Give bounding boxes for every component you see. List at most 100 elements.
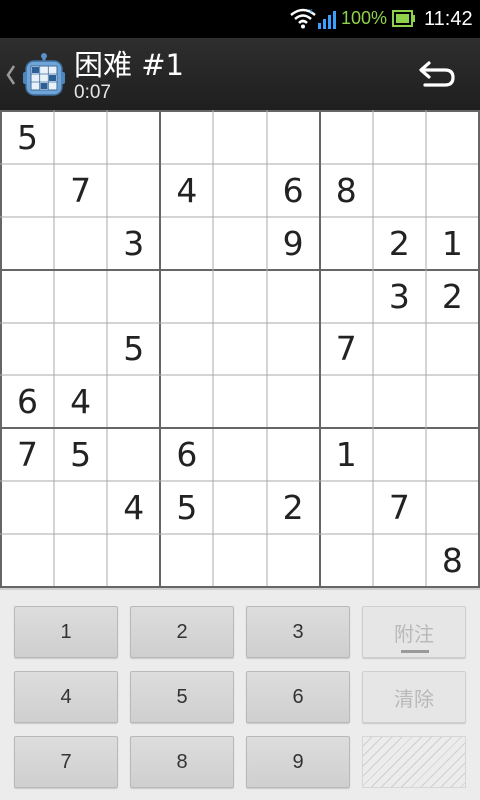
digit-key-4[interactable]: 4 [14, 671, 118, 723]
board-cell[interactable] [213, 111, 266, 164]
board-cell[interactable]: 2 [426, 270, 479, 323]
digit-key-1[interactable]: 1 [14, 606, 118, 658]
board-cell[interactable]: 2 [373, 217, 426, 270]
board-cell[interactable] [213, 270, 266, 323]
board-cell[interactable]: 6 [160, 428, 213, 481]
svg-text:x: x [309, 8, 313, 15]
board-cell[interactable]: 4 [160, 164, 213, 217]
board-cell[interactable]: 3 [107, 217, 160, 270]
board-cell[interactable]: 4 [54, 375, 107, 428]
board-cell[interactable] [160, 375, 213, 428]
board-cell[interactable]: 7 [54, 164, 107, 217]
board-cell[interactable]: 6 [267, 164, 320, 217]
board-cell[interactable] [107, 111, 160, 164]
board-cell[interactable] [213, 323, 266, 376]
board-cell[interactable] [320, 270, 373, 323]
board-cell[interactable] [426, 111, 479, 164]
board-cell[interactable] [373, 111, 426, 164]
digit-key-2[interactable]: 2 [130, 606, 234, 658]
board-cell[interactable]: 1 [426, 217, 479, 270]
board-cell[interactable] [160, 217, 213, 270]
board-cell[interactable]: 5 [1, 111, 54, 164]
page-title: 困难 #1 [74, 48, 184, 82]
board-cell[interactable]: 7 [373, 481, 426, 534]
board-cell[interactable] [320, 375, 373, 428]
board-cell[interactable] [160, 270, 213, 323]
board-cell[interactable]: 7 [320, 323, 373, 376]
board-cell[interactable] [54, 534, 107, 587]
board-cell[interactable]: 4 [107, 481, 160, 534]
board-cell[interactable] [426, 428, 479, 481]
board-cell[interactable] [426, 323, 479, 376]
board-cell[interactable] [1, 534, 54, 587]
board-cell[interactable] [320, 534, 373, 587]
board-cell[interactable] [320, 111, 373, 164]
undo-button[interactable] [408, 52, 466, 96]
notes-label: 附注 [394, 621, 434, 646]
board-cell[interactable] [426, 164, 479, 217]
board-cell[interactable] [213, 428, 266, 481]
board-cell[interactable] [160, 323, 213, 376]
board-cell[interactable] [426, 375, 479, 428]
board-cell[interactable]: 5 [54, 428, 107, 481]
board-cell[interactable] [267, 428, 320, 481]
board-cell[interactable] [107, 428, 160, 481]
board-cell[interactable] [1, 481, 54, 534]
board-cell[interactable] [107, 270, 160, 323]
board-cell[interactable] [1, 323, 54, 376]
board-cell[interactable]: 6 [1, 375, 54, 428]
board-cell[interactable] [320, 481, 373, 534]
board-cell[interactable]: 2 [267, 481, 320, 534]
sudoku-app-icon[interactable] [22, 50, 66, 98]
board-cell[interactable] [1, 270, 54, 323]
clock: 11:42 [424, 8, 473, 30]
board-cell[interactable] [54, 270, 107, 323]
board-cell[interactable]: 7 [1, 428, 54, 481]
board-cell[interactable] [373, 164, 426, 217]
signal-icon [318, 11, 336, 29]
board-cell[interactable] [160, 111, 213, 164]
board-cell[interactable] [213, 481, 266, 534]
board-cell[interactable] [213, 534, 266, 587]
board-cell[interactable]: 8 [426, 534, 479, 587]
digit-key-3[interactable]: 3 [246, 606, 350, 658]
board-cell[interactable] [267, 534, 320, 587]
board-cell[interactable] [267, 270, 320, 323]
up-chevron-icon[interactable] [4, 60, 18, 90]
board-cell[interactable]: 5 [160, 481, 213, 534]
digit-key-7[interactable]: 7 [14, 736, 118, 788]
board-cell[interactable] [373, 534, 426, 587]
board-cell[interactable] [213, 217, 266, 270]
board-cell[interactable] [54, 481, 107, 534]
board-cell[interactable] [1, 217, 54, 270]
digit-key-5[interactable]: 5 [130, 671, 234, 723]
board-cell[interactable]: 8 [320, 164, 373, 217]
notes-button[interactable]: 附注 [362, 606, 466, 658]
board-cell[interactable] [1, 164, 54, 217]
board-cell[interactable] [373, 428, 426, 481]
digit-key-6[interactable]: 6 [246, 671, 350, 723]
board-cell[interactable] [267, 375, 320, 428]
board-cell[interactable] [107, 375, 160, 428]
board-cell[interactable] [373, 375, 426, 428]
board-cell[interactable] [373, 323, 426, 376]
board-cell[interactable]: 9 [267, 217, 320, 270]
board-cell[interactable] [267, 111, 320, 164]
board-cell[interactable] [107, 164, 160, 217]
board-cell[interactable] [267, 323, 320, 376]
board-cell[interactable]: 3 [373, 270, 426, 323]
board-cell[interactable]: 1 [320, 428, 373, 481]
board-cell[interactable] [54, 111, 107, 164]
board-cell[interactable] [213, 375, 266, 428]
digit-key-9[interactable]: 9 [246, 736, 350, 788]
clear-button[interactable]: 清除 [362, 671, 466, 723]
board-cell[interactable] [320, 217, 373, 270]
board-cell[interactable] [213, 164, 266, 217]
board-cell[interactable] [160, 534, 213, 587]
board-cell[interactable] [107, 534, 160, 587]
board-cell[interactable] [54, 323, 107, 376]
board-cell[interactable] [426, 481, 479, 534]
board-cell[interactable]: 5 [107, 323, 160, 376]
board-cell[interactable] [54, 217, 107, 270]
digit-key-8[interactable]: 8 [130, 736, 234, 788]
